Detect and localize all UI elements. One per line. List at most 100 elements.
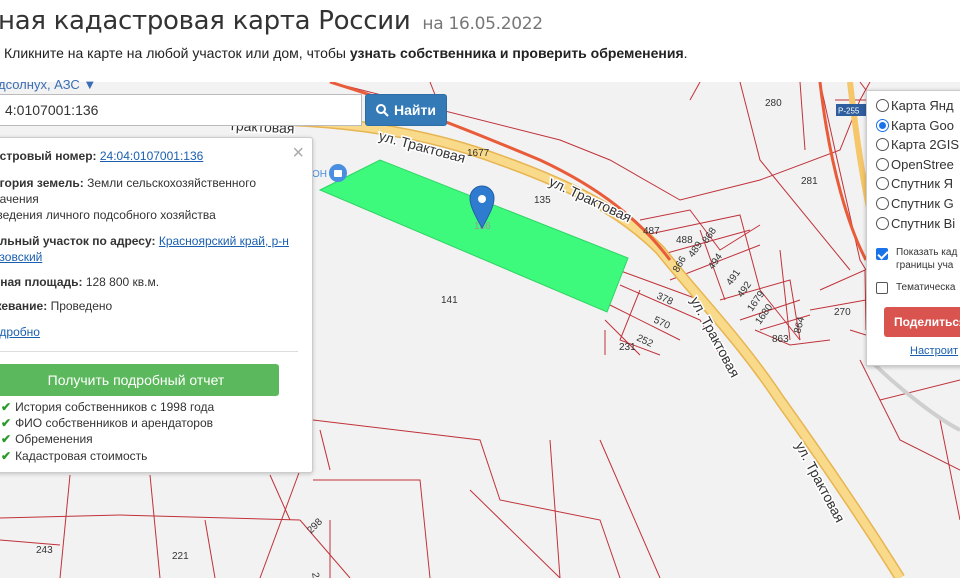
layer-option[interactable]: Спутник Я xyxy=(876,176,953,191)
address-label: ельный участок по адресу: xyxy=(0,234,156,248)
show-cadastre-checkbox[interactable] xyxy=(876,248,888,260)
parcel-number: 231 xyxy=(619,342,636,353)
parcel-number: 280 xyxy=(765,98,782,109)
parcel-number: 864 xyxy=(792,315,807,334)
show-cadastre-label-1: Показать кад xyxy=(896,247,958,258)
layer-radio[interactable] xyxy=(876,197,889,210)
poi-fuel-icon xyxy=(334,170,342,177)
feature-item: ✔ Кадастровая стоимость xyxy=(1,449,147,463)
layer-option[interactable]: OpenStree xyxy=(876,157,954,172)
layer-option[interactable]: Карта Goo xyxy=(876,118,954,133)
page-title: ная кадастровая карта России на 16.05.20… xyxy=(0,6,543,36)
category-value-3: ведения личного подсобного хозяйства xyxy=(0,208,216,222)
parcel-number: 488 xyxy=(676,235,693,246)
survey-label: жевание: xyxy=(0,299,48,313)
search-input[interactable] xyxy=(0,94,362,126)
setup-link[interactable]: Настроит xyxy=(910,345,958,357)
parcel-number: 221 xyxy=(172,551,189,562)
parcel-number: 378 xyxy=(655,291,675,308)
search-icon xyxy=(376,103,389,117)
search-hint-text: дсолнух, АЗС xyxy=(0,77,80,92)
parcel-number: 243 xyxy=(36,545,53,556)
layer-option[interactable]: Спутник Bi xyxy=(876,216,955,231)
parcel-number: 1677 xyxy=(467,148,490,159)
layer-label: Спутник Я xyxy=(891,176,954,192)
parcel-number: 281 xyxy=(801,176,818,187)
parcel-number: 487 xyxy=(643,226,660,237)
instruction-prefix: Кликните на карте на любой участок или д… xyxy=(4,45,350,61)
layer-radio[interactable] xyxy=(876,99,889,112)
parcel-number: 494 xyxy=(706,251,725,271)
area-value: 128 800 кв.м. xyxy=(85,275,160,289)
layer-option[interactable]: Карта 2GIS xyxy=(876,137,959,152)
caret-down-icon[interactable]: ▼ xyxy=(83,77,96,92)
instruction-suffix: . xyxy=(683,45,688,61)
map-date: на 16.05.2022 xyxy=(422,14,543,34)
close-icon[interactable]: × xyxy=(292,142,304,165)
page-title-text: ная кадастровая карта России xyxy=(0,6,411,36)
layer-option[interactable]: Спутник G xyxy=(876,196,954,211)
search-hint: дсолнух, АЗС ▼ xyxy=(0,77,96,92)
layer-label: Спутник G xyxy=(891,196,954,211)
parcel-number: 298 xyxy=(305,516,325,536)
layer-radio[interactable] xyxy=(876,138,889,152)
parcel-number: 866 xyxy=(671,254,689,274)
poi-label: ОН xyxy=(312,169,327,180)
check-icon: ✔ xyxy=(1,432,12,446)
parcel-number: 492 xyxy=(735,279,754,299)
layer-radio[interactable] xyxy=(876,157,889,171)
more-details-link[interactable]: одробно xyxy=(0,325,40,339)
street-label: ул. Трактовая xyxy=(547,173,634,225)
search-button[interactable]: Найти xyxy=(365,94,447,126)
layer-panel: Карта Янд Карта Goo Карта 2GIS OpenStree Спу… xyxy=(866,90,960,366)
parcel-number: 135 xyxy=(534,195,551,206)
check-icon: ✔ xyxy=(1,449,12,463)
cadastral-number-link[interactable]: 24:04:0107001:136 xyxy=(100,149,203,163)
category-row-3: ведения личного подсобного хозяйства xyxy=(0,208,216,222)
address-row-2: езовский xyxy=(0,250,42,264)
feature-item: ✔ ФИО собственников и арендаторов xyxy=(1,416,213,430)
parcel-number: 141 xyxy=(441,295,458,306)
feature-label: Обременения xyxy=(15,432,93,446)
area-row: нная площадь: 128 800 кв.м. xyxy=(0,275,159,289)
layer-radio[interactable] xyxy=(876,177,889,191)
cadastral-label: астровый номер: xyxy=(0,149,97,163)
category-row-2: начения xyxy=(0,192,39,206)
thematic-option[interactable]: Тематическа xyxy=(876,281,955,294)
survey-value: Проведено xyxy=(50,299,113,313)
more-details-row: одробно xyxy=(0,325,40,339)
layer-radio[interactable] xyxy=(876,216,889,230)
parcel-number: 570 xyxy=(652,315,672,332)
layer-label: Карта 2GIS xyxy=(891,137,960,153)
show-cadastre-label-2: границы уча xyxy=(896,260,954,271)
area-label: нная площадь: xyxy=(0,275,83,289)
layer-radio[interactable] xyxy=(876,118,889,132)
feature-label: ФИО собственников и арендаторов xyxy=(15,416,214,430)
parcel-number: 270 xyxy=(834,307,851,318)
feature-item: ✔ Обременения xyxy=(1,432,93,446)
instruction-text: Кликните на карте на любой участок или д… xyxy=(4,45,688,61)
layer-label: OpenStree xyxy=(891,156,954,172)
layer-option[interactable]: Карта Янд xyxy=(876,98,954,113)
parcel-number: 252 xyxy=(635,333,655,350)
check-icon: ✔ xyxy=(1,416,12,430)
info-panel: × астровый номер: 24:04:0107001:136 егор… xyxy=(0,137,313,473)
address-link-2[interactable]: езовский xyxy=(0,250,42,264)
layer-label: Спутник Bi xyxy=(891,215,956,231)
parcel-number: 22 xyxy=(309,572,322,578)
layer-label: Карта Янд xyxy=(891,98,954,113)
show-cadastre-label: Показать кад границы уча xyxy=(896,246,957,272)
show-cadastre-option[interactable]: Показать кад границы уча xyxy=(876,246,957,272)
divider xyxy=(0,351,298,352)
category-row: егория земель: Земли сельскохозяйственно… xyxy=(0,176,256,190)
search-button-label: Найти xyxy=(394,102,436,118)
address-link[interactable]: Красноярский край, р-н xyxy=(159,234,289,248)
thematic-checkbox[interactable] xyxy=(876,281,888,294)
get-report-button[interactable]: Получить подробный отчет xyxy=(0,364,279,396)
feature-label: Кадастровая стоимость xyxy=(15,449,148,463)
feature-item: ✔ История собственников с 1998 года xyxy=(1,400,214,414)
share-button[interactable]: Поделиться xyxy=(884,307,960,337)
check-icon: ✔ xyxy=(1,400,12,414)
category-value: Земли сельскохозяйственного xyxy=(87,176,257,190)
instruction-bold: узнать собственника и проверить обремене… xyxy=(349,45,684,61)
